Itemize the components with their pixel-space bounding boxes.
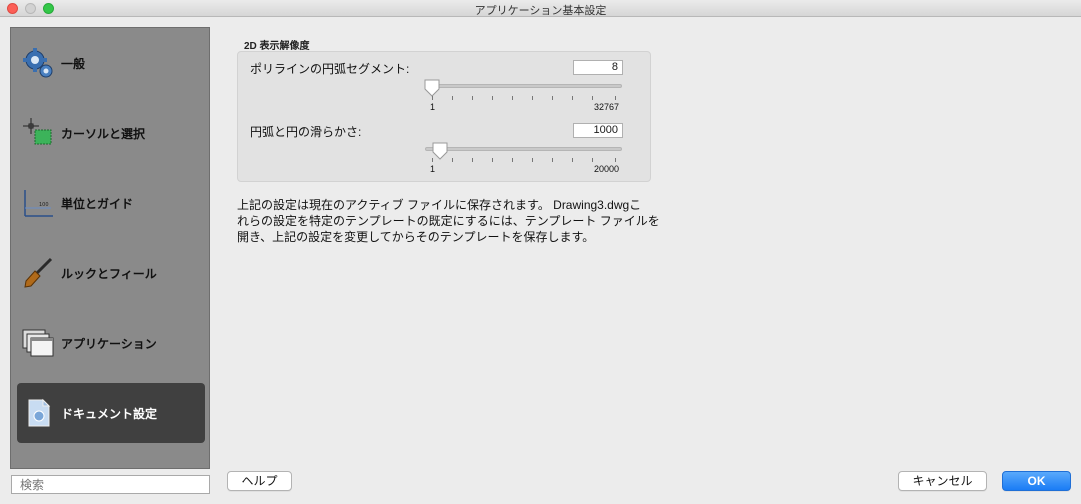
- polyline-slider[interactable]: [425, 84, 622, 88]
- polyline-ticks: [432, 96, 622, 101]
- info-line: 開き、上記の設定を変更してからそのテンプレートを保存します。: [237, 230, 595, 244]
- windows-icon: [21, 326, 55, 360]
- window-title: アプリケーション基本設定: [474, 5, 607, 17]
- smoothness-min-label: 1: [430, 164, 436, 174]
- cursor-selection-icon: [21, 116, 55, 150]
- sidebar-item-label: ドキュメント設定: [61, 406, 158, 421]
- sidebar-item-units-guides[interactable]: 100 単位とガイド: [17, 173, 205, 233]
- sidebar: 一般 カーソルと選択 100 単位とガイド ルックとフィール アプリケーション …: [10, 27, 210, 469]
- sidebar-item-label: アプリケーション: [61, 336, 157, 351]
- help-button[interactable]: ヘルプ: [227, 471, 292, 491]
- display-resolution-group: ポリラインの円弧セグメント: 8 1 32767 円弧と円の滑らかさ: 1000…: [237, 51, 651, 182]
- sidebar-item-label: カーソルと選択: [61, 126, 146, 141]
- polyline-slider-thumb[interactable]: [424, 79, 440, 97]
- sidebar-item-document-settings[interactable]: ドキュメント設定: [17, 383, 205, 443]
- smoothness-slider[interactable]: [425, 147, 622, 151]
- polyline-field[interactable]: 8: [573, 60, 623, 75]
- info-line: れらの設定を特定のテンプレートの既定にするには、テンプレート ファイルを: [237, 214, 660, 228]
- polyline-label: ポリラインの円弧セグメント:: [250, 62, 410, 76]
- sidebar-item-application[interactable]: アプリケーション: [17, 313, 205, 373]
- smoothness-ticks: [432, 158, 622, 163]
- document-icon: [21, 396, 55, 430]
- sidebar-item-label: 一般: [61, 56, 86, 71]
- sidebar-item-label: 単位とガイド: [61, 196, 134, 211]
- group-title: 2D 表示解像度: [244, 41, 310, 52]
- smoothness-field[interactable]: 1000: [573, 123, 623, 138]
- polyline-min-label: 1: [430, 102, 436, 112]
- sidebar-item-look-feel[interactable]: ルックとフィール: [17, 243, 205, 303]
- brush-icon: [21, 256, 55, 290]
- info-line: 上記の設定は現在のアクティブ ファイルに保存されます。 Drawing3.dwg…: [237, 198, 642, 212]
- gear-icon: [21, 46, 55, 80]
- smoothness-max-label: 20000: [594, 164, 620, 174]
- svg-text:100: 100: [39, 202, 49, 208]
- cancel-button[interactable]: キャンセル: [898, 471, 987, 491]
- sidebar-item-cursor-selection[interactable]: カーソルと選択: [17, 103, 205, 163]
- sidebar-item-label: ルックとフィール: [61, 266, 157, 281]
- smoothness-label: 円弧と円の滑らかさ:: [250, 125, 362, 139]
- title-bar: アプリケーション基本設定: [0, 0, 1081, 17]
- units-guides-icon: 100: [21, 186, 55, 220]
- search-input[interactable]: [11, 475, 210, 494]
- ok-button[interactable]: OK: [1002, 471, 1071, 491]
- info-text: 上記の設定は現在のアクティブ ファイルに保存されます。 Drawing3.dwg…: [237, 197, 677, 245]
- polyline-max-label: 32767: [594, 102, 620, 112]
- sidebar-item-general[interactable]: 一般: [17, 33, 205, 93]
